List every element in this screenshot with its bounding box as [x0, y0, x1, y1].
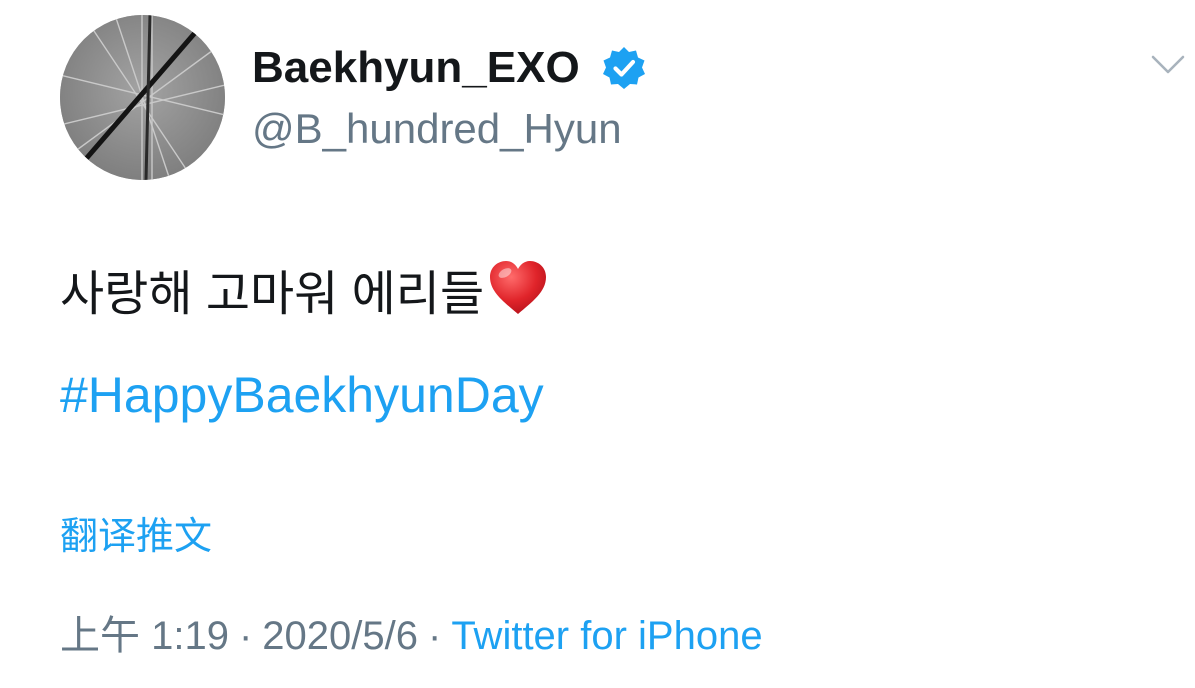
- meta-separator: ·: [428, 614, 442, 658]
- chevron-down-icon[interactable]: [1150, 52, 1186, 78]
- tweet-meta: 上午 1:19 · 2020/5/6 · Twitter for iPhone: [60, 608, 763, 664]
- verified-badge-icon: [600, 44, 648, 92]
- display-name[interactable]: Baekhyun_EXO: [252, 40, 580, 96]
- tweet-body: 사랑해 고마워 에리들: [60, 268, 485, 321]
- tweet-time[interactable]: 上午 1:19: [60, 614, 229, 658]
- user-handle[interactable]: @B_hundred_Hyun: [252, 102, 622, 156]
- translate-tweet-link[interactable]: 翻译推文: [60, 512, 212, 562]
- tweet-text: 사랑해 고마워 에리들: [60, 258, 550, 338]
- hashtag-link[interactable]: #HappyBaekhyunDay: [60, 360, 544, 430]
- tweet-date[interactable]: 2020/5/6: [262, 614, 418, 658]
- meta-separator: ·: [238, 614, 253, 658]
- tweet-source-link[interactable]: Twitter for iPhone: [451, 614, 762, 658]
- heart-emoji: [486, 258, 550, 338]
- avatar[interactable]: [60, 15, 225, 180]
